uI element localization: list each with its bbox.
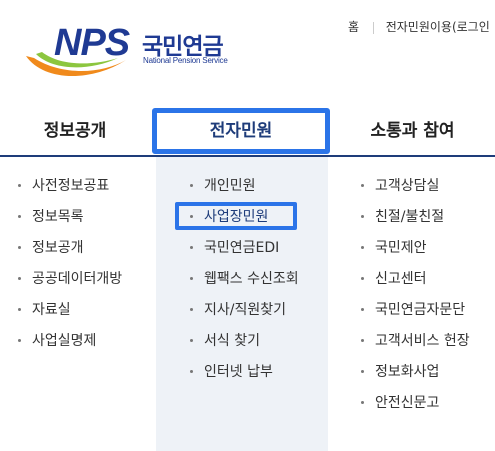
bullet-icon [361, 370, 364, 373]
bullet-icon [18, 246, 21, 249]
highlight-box [175, 202, 297, 230]
bullet-icon [190, 308, 193, 311]
logo-wordmark: NPS [54, 22, 130, 64]
bullet-icon [361, 339, 364, 342]
bullet-icon [190, 339, 193, 342]
bullet-icon [18, 277, 21, 280]
bullet-icon [190, 184, 193, 187]
bullet-icon [361, 308, 364, 311]
logo-name-en: National Pension Service [143, 56, 228, 65]
nps-logo[interactable]: NPS 국민연금 National Pension Service [22, 20, 232, 82]
tab-info-disclosure[interactable]: 정보공개 [0, 108, 150, 154]
civil-login-link[interactable]: 전자민원이용(로그인 [386, 20, 490, 34]
bullet-icon [190, 370, 193, 373]
home-link[interactable]: 홈 [348, 20, 359, 34]
bullet-icon [190, 246, 193, 249]
bullet-icon [18, 308, 21, 311]
tab-communication[interactable]: 소통과 참여 [330, 108, 495, 154]
bullet-icon [361, 215, 364, 218]
bullet-icon [18, 184, 21, 187]
divider [372, 21, 374, 34]
tab-e-civil-active[interactable]: 전자민원 [152, 108, 330, 154]
bullet-icon [361, 401, 364, 404]
bullet-icon [18, 215, 21, 218]
bullet-icon [190, 277, 193, 280]
bullet-icon [361, 246, 364, 249]
bullet-icon [18, 339, 21, 342]
bullet-icon [361, 184, 364, 187]
bullet-icon [361, 277, 364, 280]
utility-nav: 홈 전자민원이용(로그인 [348, 18, 490, 35]
